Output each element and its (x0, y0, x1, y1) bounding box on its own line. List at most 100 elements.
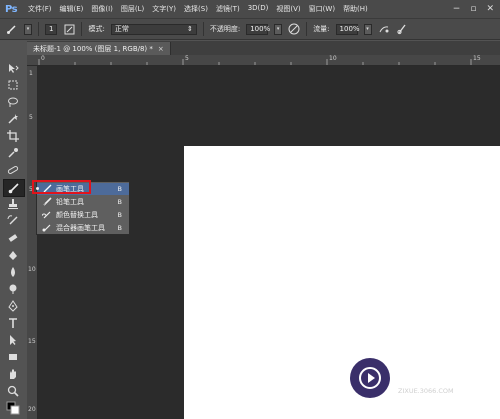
tab-close-icon[interactable]: × (158, 45, 164, 53)
marquee-tool-icon[interactable] (3, 77, 23, 93)
mode-label: 模式: (88, 25, 105, 33)
ruler-label: 10 (329, 55, 337, 62)
mode-value: 正常 (114, 25, 129, 33)
eraser-tool-icon[interactable] (3, 230, 23, 246)
crop-tool-icon[interactable] (3, 128, 23, 144)
menu-bar: Ps 文件(F) 编辑(E) 图像(I) 图层(L) 文字(Y) 选择(S) 滤… (0, 0, 500, 19)
dodge-tool-icon[interactable] (3, 281, 23, 297)
vertical-ruler: 1 5 5 10 15 20 (27, 66, 38, 419)
ruler-label: 20 (28, 406, 36, 413)
pen-tool-icon[interactable] (3, 298, 23, 314)
menu-edit[interactable]: 编辑(E) (60, 4, 84, 14)
gradient-tool-icon[interactable] (3, 247, 23, 263)
ruler-label: 0 (41, 55, 45, 62)
document-tab[interactable]: 未标题-1 @ 100% (图层 1, RGB/8) * × (27, 42, 171, 55)
color-swatches-icon[interactable] (3, 400, 23, 416)
divider (38, 22, 39, 36)
ruler-label: 5 (29, 114, 33, 121)
flyout-item-mixer-brush[interactable]: 混合器画笔工具 B (37, 222, 129, 234)
shortcut-key: B (117, 224, 122, 232)
flow-value: 100% (339, 25, 360, 33)
ruler-label: 5 (185, 55, 189, 62)
flow-field[interactable]: 100% (335, 23, 360, 35)
ruler-label: 10 (28, 266, 36, 273)
zoom-tool-icon[interactable] (3, 383, 23, 399)
watermark-text: 溜溜自学 ZIXUE.3066.COM (398, 362, 470, 395)
options-bar: ▾ 1 模式: 正常 ⇕ 不透明度: 100% ▾ 流量: 100% ▾ (0, 19, 500, 40)
maximize-icon[interactable]: ▫ (470, 4, 476, 14)
highlight-box (32, 180, 91, 194)
type-tool-icon[interactable] (3, 315, 23, 331)
brush-preset-icon[interactable] (6, 23, 18, 35)
mode-select[interactable]: 正常 ⇕ (110, 23, 197, 35)
path-selection-tool-icon[interactable] (3, 332, 23, 348)
watermark-title: 溜溜自学 (398, 366, 470, 387)
document-tab-title: 未标题-1 @ 100% (图层 1, RGB/8) * (33, 44, 153, 53)
shortcut-key: B (117, 211, 122, 219)
move-tool-icon[interactable] (3, 60, 23, 76)
menu-file[interactable]: 文件(F) (28, 4, 52, 14)
brush-panel-icon[interactable] (63, 23, 75, 35)
shortcut-key: B (117, 185, 122, 193)
watermark-subtitle: ZIXUE.3066.COM (398, 386, 454, 395)
menu-select[interactable]: 选择(S) (184, 4, 208, 14)
clone-stamp-tool-icon[interactable] (3, 196, 23, 212)
opacity-dropdown[interactable]: ▾ (274, 23, 283, 35)
mixer-brush-icon (41, 223, 53, 234)
divider (81, 22, 83, 36)
chevron-updown-icon: ⇕ (186, 25, 193, 33)
menu-3d[interactable]: 3D(D) (248, 4, 269, 14)
menu-help[interactable]: 帮助(H) (343, 4, 368, 14)
blur-tool-icon[interactable] (3, 264, 23, 280)
airbrush-icon[interactable] (378, 23, 390, 35)
menu-window[interactable]: 窗口(W) (309, 4, 335, 14)
tools-panel (0, 55, 28, 419)
flyout-item-label: 混合器画笔工具 (56, 224, 105, 232)
menu-filter[interactable]: 滤镜(T) (216, 4, 240, 14)
flyout-item-pencil[interactable]: 铅笔工具 B (37, 196, 129, 208)
photoshop-logo: Ps (4, 3, 18, 15)
menu-items: 文件(F) 编辑(E) 图像(I) 图层(L) 文字(Y) 选择(S) 滤镜(T… (28, 4, 368, 14)
document-tab-bar: 未标题-1 @ 100% (图层 1, RGB/8) * × (27, 41, 500, 55)
minimize-icon[interactable]: − (453, 4, 461, 14)
menu-view[interactable]: 视图(V) (276, 4, 300, 14)
play-logo-icon (350, 358, 390, 398)
lasso-tool-icon[interactable] (3, 94, 23, 110)
divider (306, 22, 308, 36)
pressure-opacity-icon[interactable] (288, 23, 300, 35)
flow-dropdown[interactable]: ▾ (363, 23, 372, 35)
brush-size-box[interactable]: 1 (45, 23, 58, 35)
eyedropper-tool-icon[interactable] (3, 145, 23, 161)
menu-image[interactable]: 图像(I) (91, 4, 113, 14)
horizontal-ruler: 0 5 10 15 (27, 55, 500, 66)
color-replacement-icon (41, 210, 53, 221)
ruler-ticks (38, 59, 472, 65)
ruler-label: 15 (28, 338, 36, 345)
brush-tool-icon[interactable] (3, 179, 25, 197)
watermark: 溜溜自学 ZIXUE.3066.COM (350, 352, 495, 404)
close-icon[interactable]: ✕ (486, 4, 494, 14)
flyout-item-label: 颜色替换工具 (56, 211, 98, 219)
window-controls: − ▫ ✕ (453, 4, 494, 14)
brush-size-value: 1 (49, 25, 54, 33)
opacity-field[interactable]: 100% (246, 23, 271, 35)
ruler-label: 1 (29, 70, 33, 77)
quick-selection-tool-icon[interactable] (3, 111, 23, 127)
flyout-item-color-replacement[interactable]: 颜色替换工具 B (37, 209, 129, 221)
shortcut-key: B (117, 198, 122, 206)
ruler-label: 15 (473, 55, 481, 62)
menu-layer[interactable]: 图层(L) (121, 4, 144, 14)
hand-tool-icon[interactable] (3, 366, 23, 382)
history-brush-tool-icon[interactable] (3, 213, 23, 229)
flyout-item-label: 铅笔工具 (56, 198, 84, 206)
opacity-label: 不透明度: (209, 25, 241, 33)
flow-label: 流量: (313, 25, 330, 33)
brush-preset-dropdown[interactable]: ▾ (24, 23, 32, 35)
divider (202, 22, 204, 36)
menu-type[interactable]: 文字(Y) (152, 4, 176, 14)
healing-brush-tool-icon[interactable] (3, 162, 23, 178)
pencil-icon (41, 196, 53, 208)
rectangle-tool-icon[interactable] (3, 349, 23, 365)
opacity-value: 100% (250, 25, 271, 33)
pressure-size-icon[interactable] (396, 23, 408, 35)
